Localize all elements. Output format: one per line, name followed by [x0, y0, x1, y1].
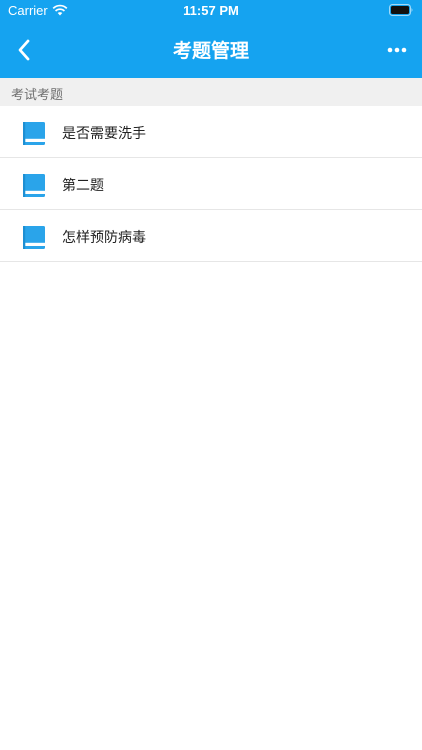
list-item-label: 怎样预防病毒	[62, 230, 146, 246]
more-horizontal-icon	[387, 47, 407, 53]
chevron-left-icon	[18, 39, 30, 61]
list-item-label: 是否需要洗手	[62, 126, 146, 142]
section-title: 考试考题	[11, 88, 64, 103]
status-time: 11:57 PM	[183, 3, 239, 18]
book-icon	[23, 226, 45, 249]
status-bar: Carrier 11:57 PM	[0, 0, 422, 22]
section-header: 考试考题	[0, 78, 422, 106]
list-item[interactable]: 是否需要洗手	[0, 106, 422, 158]
list-item-label: 第二题	[62, 178, 104, 194]
screen: Carrier 11:57 PM 考题管理 考试考题 是否需要洗手 第二题 怎样…	[0, 0, 422, 750]
more-button[interactable]	[380, 34, 414, 66]
page-title: 考题管理	[172, 40, 249, 62]
nav-bar: 考题管理	[0, 22, 422, 78]
book-icon	[23, 122, 45, 145]
list-item[interactable]: 怎样预防病毒	[0, 210, 422, 262]
battery-icon	[389, 4, 413, 16]
book-icon	[23, 174, 45, 197]
header: Carrier 11:57 PM 考题管理	[0, 0, 422, 78]
back-button[interactable]	[6, 32, 42, 68]
list-item[interactable]: 第二题	[0, 158, 422, 210]
question-list: 是否需要洗手 第二题 怎样预防病毒	[0, 106, 422, 262]
